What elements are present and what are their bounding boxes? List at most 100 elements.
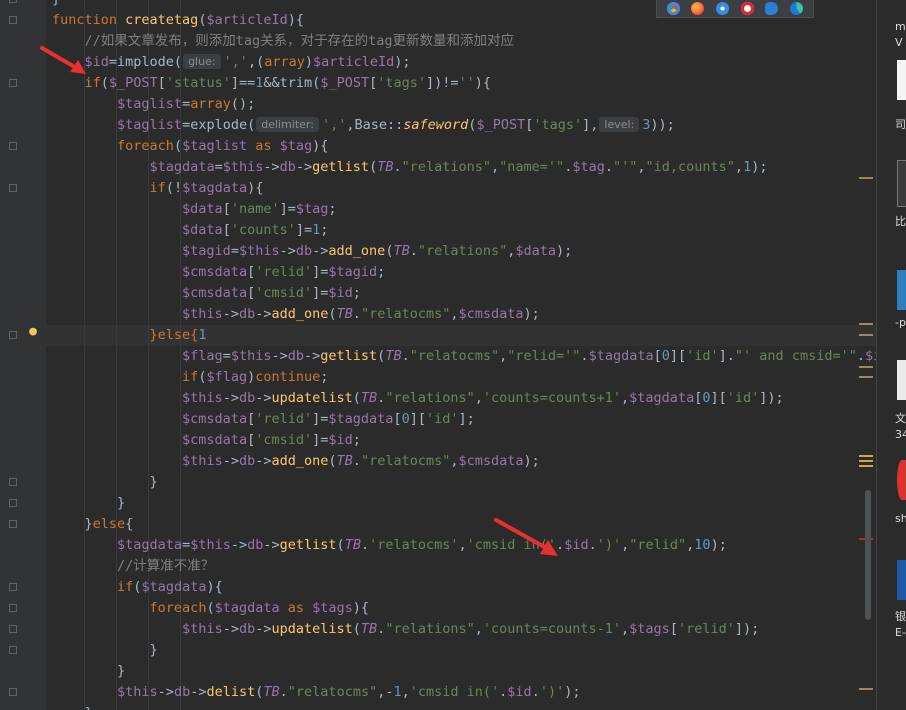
code-line[interactable]: $this->db->add_one(TB."relatocms",$cmsda… <box>52 304 540 325</box>
code-token: (! <box>165 180 183 196</box>
code-token: ]); <box>734 621 760 637</box>
code-token: = <box>214 159 223 175</box>
warning-mark[interactable] <box>859 688 873 690</box>
fold-toggle-icon[interactable] <box>9 688 17 696</box>
code-line[interactable]: }else{1 <box>52 325 207 346</box>
code-token: ) <box>304 54 313 70</box>
fold-toggle-icon[interactable] <box>9 16 17 24</box>
warning-mark[interactable] <box>859 366 873 368</box>
code-editor[interactable]: }function createtag($articleId){ //如果文章发… <box>46 0 876 710</box>
warning-mark[interactable] <box>859 460 873 462</box>
code-line[interactable]: } <box>52 640 158 661</box>
fold-toggle-icon[interactable] <box>9 625 17 633</box>
strip-label: 比 <box>895 215 906 228</box>
warning-mark[interactable] <box>859 455 873 457</box>
fold-toggle-icon[interactable] <box>9 331 17 339</box>
code-line[interactable]: if($_POST['status']==1&&trim($_POST['tag… <box>52 73 492 94</box>
code-line[interactable]: $this->db->add_one(TB."relatocms",$cmsda… <box>52 451 540 472</box>
code-line[interactable]: $tagid=$this->db->add_one(TB."relations"… <box>52 241 572 262</box>
code-line[interactable]: //计算准不准？ <box>52 556 214 577</box>
code-token: $taglist <box>182 138 248 154</box>
code-line[interactable]: } <box>52 493 125 514</box>
code-token: $id <box>564 537 589 553</box>
code-token: . <box>352 306 361 322</box>
warning-mark[interactable] <box>859 376 873 378</box>
code-line[interactable]: $this->db->updatelist(TB."relations",'co… <box>52 619 759 640</box>
code-line[interactable]: $cmsdata['cmsid']=$id; <box>52 283 361 304</box>
code-token: ){ <box>287 12 304 28</box>
code-token: ]. <box>718 348 735 364</box>
code-line[interactable]: if($flag)continue; <box>52 367 328 388</box>
code-line[interactable]: } <box>52 661 125 682</box>
code-line[interactable]: } <box>52 0 60 10</box>
code-token: $flag <box>206 369 248 385</box>
vertical-scrollbar[interactable] <box>865 490 871 620</box>
code-token: "relid='" <box>507 348 581 364</box>
fold-toggle-icon[interactable] <box>9 478 17 486</box>
code-token: $tagdata <box>149 159 215 175</box>
warning-mark[interactable] <box>859 465 873 467</box>
code-token: //计算准不准？ <box>52 558 215 574</box>
strip-label: 银 <box>895 610 906 623</box>
code-line[interactable]: } <box>52 703 93 710</box>
code-token: ; <box>320 222 329 238</box>
code-line[interactable]: foreach($taglist as $tag){ <box>52 136 328 157</box>
code-line[interactable]: $data['counts']=1; <box>52 220 328 241</box>
code-line[interactable]: }else{ <box>52 514 134 535</box>
fold-toggle-icon[interactable] <box>9 583 17 591</box>
code-token: 1 <box>743 159 752 175</box>
code-line[interactable]: $cmsdata['relid']=$tagdata[0]['id']; <box>52 409 475 430</box>
code-token: . <box>531 684 540 700</box>
lightbulb-icon[interactable]: ● <box>27 325 39 339</box>
code-token: , <box>621 390 630 406</box>
code-token: TB <box>344 537 361 553</box>
fold-toggle-icon[interactable] <box>9 499 17 507</box>
fold-toggle-icon[interactable] <box>9 604 17 612</box>
code-line[interactable]: } <box>52 472 158 493</box>
ie-icon[interactable] <box>765 2 779 15</box>
edge-icon[interactable] <box>790 2 804 15</box>
code-line[interactable]: $data['name']=$tag; <box>52 199 336 220</box>
code-token: updatelist <box>271 390 353 406</box>
code-line[interactable]: $tagdata=$this->db->getlist(TB.'relatocm… <box>52 535 727 556</box>
code-line[interactable]: $flag=$this->db->getlist(TB."relatocms",… <box>52 346 876 367</box>
code-line[interactable]: if($tagdata){ <box>52 577 223 598</box>
code-line[interactable]: $cmsdata['relid']=$tagid; <box>52 262 385 283</box>
code-token: "relations" <box>385 621 475 637</box>
code-line[interactable]: function createtag($articleId){ <box>52 10 304 31</box>
fold-toggle-icon[interactable] <box>9 0 17 3</box>
opera-icon[interactable] <box>740 2 754 15</box>
code-token: ',' <box>223 54 248 70</box>
fold-toggle-icon[interactable] <box>9 184 17 192</box>
code-line[interactable]: $cmsdata['cmsid']=$id; <box>52 430 361 451</box>
code-line[interactable]: $this->db->delist(TB."relatocms",-1,'cms… <box>52 682 580 703</box>
code-token: as <box>247 138 280 154</box>
code-token: $data <box>182 201 223 217</box>
warning-mark[interactable] <box>859 334 873 336</box>
thumbnail <box>897 360 906 400</box>
firefox-icon[interactable] <box>691 2 705 15</box>
warning-mark[interactable] <box>859 323 873 325</box>
chrome-icon[interactable] <box>666 2 680 15</box>
fold-toggle-icon[interactable] <box>9 79 17 87</box>
code-line[interactable]: if(!$tagdata){ <box>52 178 264 199</box>
fold-toggle-icon[interactable] <box>9 520 17 528</box>
code-line[interactable]: foreach($tagdata as $tags){ <box>52 598 370 619</box>
code-line[interactable]: $taglist=explode(delimiter: ',',Base::saf… <box>52 115 675 136</box>
fold-toggle-icon[interactable] <box>9 142 17 150</box>
fold-toggle-icon[interactable] <box>9 646 17 654</box>
code-line[interactable]: //如果文章发布，则添加tag关系，对于存在的tag更新数量和添加对应 <box>52 31 515 52</box>
warning-mark[interactable] <box>859 177 873 179</box>
code-line[interactable]: $this->db->updatelist(TB."relations",'co… <box>52 388 784 409</box>
code-line[interactable]: $taglist=array(); <box>52 94 255 115</box>
code-token: ]= <box>312 285 329 301</box>
code-token: $cmsdata <box>458 453 524 469</box>
safari-icon[interactable] <box>716 2 730 15</box>
code-token: 'id' <box>726 390 760 406</box>
code-token: ) <box>247 369 256 385</box>
code-line[interactable]: $tagdata=$this->db->getlist(TB."relation… <box>52 157 768 178</box>
code-token: delist <box>206 684 256 700</box>
code-line[interactable]: $id=implode(glue: ',',(array)$articleId); <box>52 52 411 73</box>
code-token: ; <box>320 369 329 385</box>
